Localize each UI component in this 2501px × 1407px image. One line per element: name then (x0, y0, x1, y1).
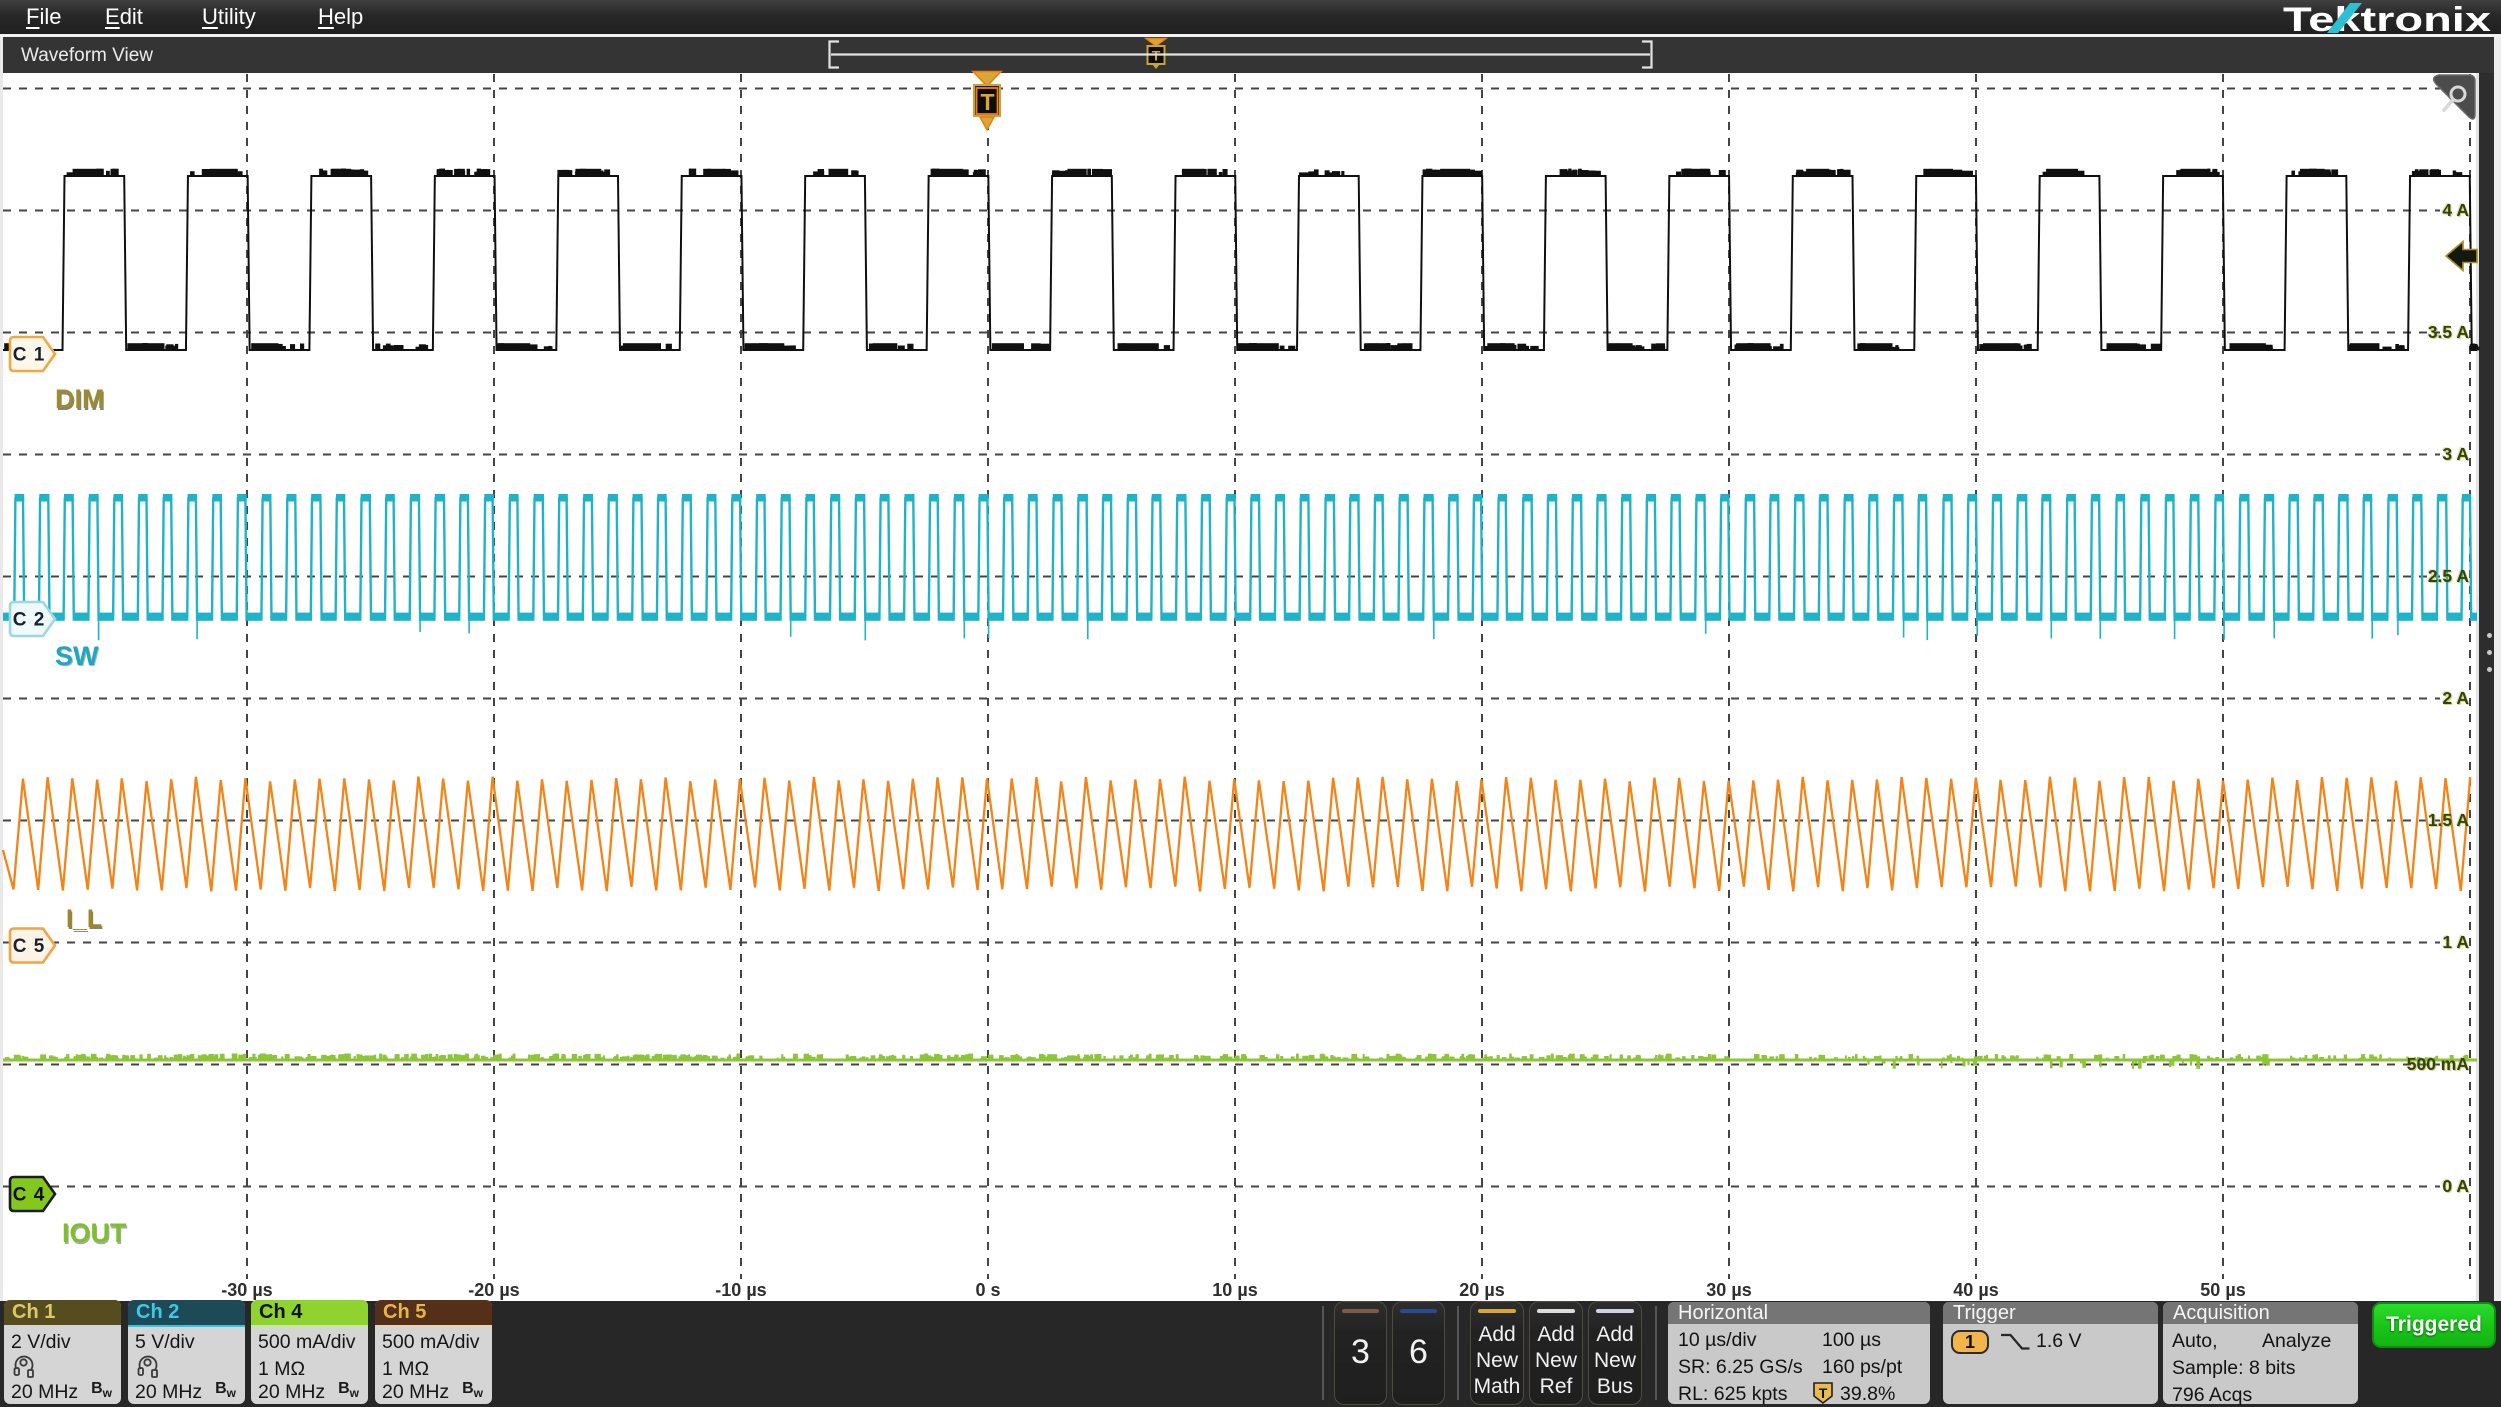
svg-text:T: T (1819, 1385, 1828, 1401)
